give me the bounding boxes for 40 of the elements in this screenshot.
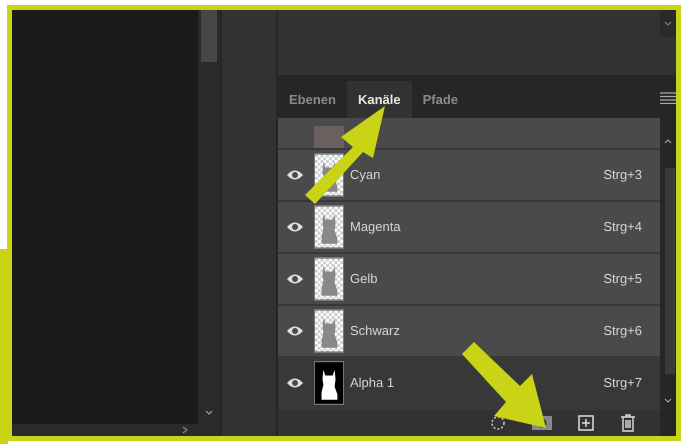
channel-name: Cyan bbox=[350, 166, 382, 184]
eye-icon[interactable] bbox=[286, 377, 304, 389]
channel-row[interactable]: Gelb Strg+5 bbox=[278, 254, 660, 306]
chevron-down-icon[interactable] bbox=[205, 410, 213, 416]
panel-tab[interactable]: Kanäle bbox=[346, 81, 412, 118]
channel-row[interactable] bbox=[278, 118, 660, 150]
channel-name: Schwarz bbox=[350, 322, 401, 340]
photo-thumbnail bbox=[314, 257, 344, 301]
shortcut-label: Strg+5 bbox=[603, 270, 642, 288]
photo-thumbnail bbox=[314, 126, 344, 148]
eye-icon[interactable] bbox=[286, 169, 304, 181]
channel-row[interactable]: Cyan Strg+3 bbox=[278, 150, 660, 202]
channel-row[interactable]: Magenta Strg+4 bbox=[278, 202, 660, 254]
shortcut-label: Strg+3 bbox=[603, 166, 642, 184]
channel-row[interactable]: Schwarz Strg+6 bbox=[278, 306, 660, 358]
photo-thumbnail bbox=[314, 205, 344, 249]
channel-row[interactable]: Alpha 1 Strg+7 bbox=[278, 358, 660, 410]
chevron-down-icon bbox=[664, 20, 672, 26]
channel-name: Magenta bbox=[350, 218, 402, 236]
shortcut-label: Strg+6 bbox=[603, 322, 642, 340]
shortcut-label: Strg+4 bbox=[603, 218, 642, 236]
chevron-up-icon[interactable] bbox=[664, 138, 672, 144]
eye-icon[interactable] bbox=[286, 221, 304, 233]
eye-icon[interactable] bbox=[286, 273, 304, 285]
trash-icon[interactable] bbox=[620, 414, 636, 432]
chevron-right-icon[interactable] bbox=[182, 426, 188, 434]
eye-icon[interactable] bbox=[286, 325, 304, 337]
add-icon[interactable] bbox=[578, 415, 594, 431]
panel-tab[interactable]: Ebenen bbox=[278, 81, 347, 118]
channel-name: Gelb bbox=[350, 270, 378, 288]
menu-icon[interactable] bbox=[660, 92, 676, 104]
scrollbar-thumb[interactable] bbox=[665, 168, 675, 374]
dotted-circle-icon[interactable] bbox=[490, 415, 506, 431]
channel-name: Alpha 1 bbox=[350, 374, 396, 392]
chevron-down-icon[interactable] bbox=[664, 398, 672, 404]
silhouette-thumbnail bbox=[314, 361, 344, 405]
photo-thumbnail bbox=[314, 309, 344, 353]
shortcut-label: Strg+7 bbox=[603, 374, 642, 392]
scrollbar-thumb[interactable] bbox=[201, 10, 217, 62]
panel-tab[interactable]: Pfade bbox=[412, 81, 470, 118]
